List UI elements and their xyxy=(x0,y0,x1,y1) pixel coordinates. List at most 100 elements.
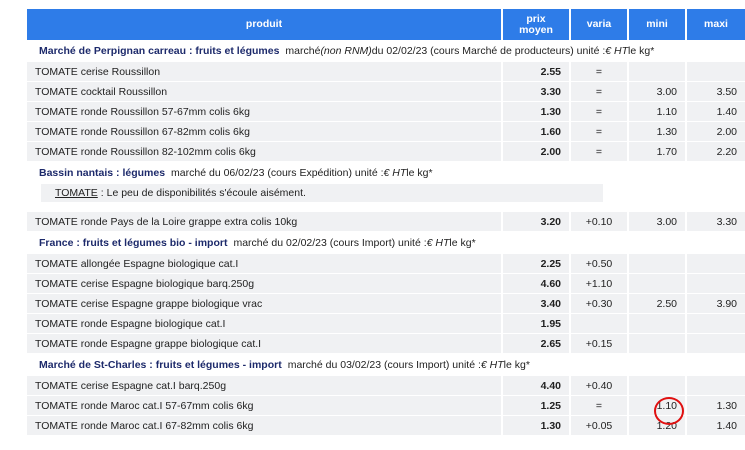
cell-maxi: 2.00 xyxy=(687,122,745,142)
cell-mini: 1.30 xyxy=(629,122,687,142)
section-header: Marché de Perpignan carreau : fruits et … xyxy=(27,40,745,62)
cell-prix: 1.30 xyxy=(503,102,571,122)
section-info: le kg* xyxy=(449,237,476,249)
section-info: le kg* xyxy=(503,359,530,371)
cell-mini xyxy=(629,334,687,354)
cell-produit: TOMATE ronde Maroc cat.I 67-82mm colis 6… xyxy=(27,416,503,436)
cell-mini: 3.00 xyxy=(629,212,687,232)
cell-produit: TOMATE cocktail Roussillon xyxy=(27,82,503,102)
section-info: marché du 02/02/23 (cours Import) unité … xyxy=(233,237,427,249)
cell-produit: TOMATE cerise Roussillon xyxy=(27,62,503,82)
cell-prix: 2.65 xyxy=(503,334,571,354)
cell-prix: 2.55 xyxy=(503,62,571,82)
cell-maxi: 2.20 xyxy=(687,142,745,162)
table-row: TOMATE cerise Espagne grappe biologique … xyxy=(27,294,745,314)
cell-produit: TOMATE ronde Roussillon 82-102mm colis 6… xyxy=(27,142,503,162)
section-unit: € HT xyxy=(605,45,629,57)
cell-produit: TOMATE ronde Roussillon 57-67mm colis 6k… xyxy=(27,102,503,122)
cell-varia: +0.10 xyxy=(571,212,629,232)
cell-mini: 2.50 xyxy=(629,294,687,314)
section-info: marché xyxy=(285,45,321,57)
cell-produit: TOMATE ronde Maroc cat.I 57-67mm colis 6… xyxy=(27,396,503,416)
cell-mini: 1.70 xyxy=(629,142,687,162)
cell-produit: TOMATE cerise Espagne grappe biologique … xyxy=(27,294,503,314)
note-label: TOMATE xyxy=(55,187,98,199)
section-header: France : fruits et légumes bio - import m… xyxy=(27,232,745,254)
section-info: le kg* xyxy=(406,167,433,179)
table-row: TOMATE ronde Espagne biologique cat.I 1.9… xyxy=(27,314,745,334)
section-header: Bassin nantais : légumes marché du 06/02/… xyxy=(27,162,745,184)
table-row: TOMATE ronde Roussillon 57-67mm colis 6k… xyxy=(27,102,745,122)
cell-mini: 1.10 xyxy=(629,102,687,122)
cell-maxi: 1.40 xyxy=(687,416,745,436)
table-row: TOMATE ronde Roussillon 82-102mm colis 6… xyxy=(27,142,745,162)
cell-prix: 2.00 xyxy=(503,142,571,162)
section-info-italic: (non RNM) xyxy=(320,45,372,57)
section-note: TOMATE: Le peu de disponibilités s'écoul… xyxy=(41,184,603,202)
section-info: le kg* xyxy=(628,45,655,57)
cell-mini: 3.00 xyxy=(629,82,687,102)
cell-varia: +1.10 xyxy=(571,274,629,294)
cell-mini xyxy=(629,62,687,82)
cell-mini: 1.10 xyxy=(629,396,687,416)
cell-varia xyxy=(571,314,629,334)
cell-prix: 1.30 xyxy=(503,416,571,436)
cell-mini xyxy=(629,274,687,294)
cell-varia: +0.30 xyxy=(571,294,629,314)
section-title: France : fruits et légumes bio - import xyxy=(39,237,228,249)
section-title: Marché de St-Charles : fruits et légumes… xyxy=(39,359,282,371)
header-produit: produit xyxy=(27,9,503,40)
table-row: TOMATE cerise Roussillon 2.55 = xyxy=(27,62,745,82)
header-mini: mini xyxy=(629,9,687,40)
cell-mini: 1.20 xyxy=(629,416,687,436)
cell-prix: 3.20 xyxy=(503,212,571,232)
cell-maxi xyxy=(687,314,745,334)
table-body: Marché de Perpignan carreau : fruits et … xyxy=(27,40,745,436)
table-header: produit prix moyen varia mini maxi xyxy=(27,9,745,40)
cell-maxi: 1.40 xyxy=(687,102,745,122)
cell-produit: TOMATE allongée Espagne biologique cat.I xyxy=(27,254,503,274)
cell-produit: TOMATE ronde Pays de la Loire grappe ext… xyxy=(27,212,503,232)
cell-varia: +0.50 xyxy=(571,254,629,274)
cell-varia: = xyxy=(571,396,629,416)
section-header: Marché de St-Charles : fruits et légumes… xyxy=(27,354,745,376)
cell-produit: TOMATE cerise Espagne biologique barq.25… xyxy=(27,274,503,294)
cell-produit: TOMATE cerise Espagne cat.I barq.250g xyxy=(27,376,503,396)
header-maxi: maxi xyxy=(687,9,745,40)
section-unit: € HT xyxy=(383,167,407,179)
cell-varia: = xyxy=(571,82,629,102)
price-table: produit prix moyen varia mini maxi Marché… xyxy=(27,9,745,436)
cell-varia: = xyxy=(571,142,629,162)
cell-varia: +0.40 xyxy=(571,376,629,396)
cell-varia: +0.05 xyxy=(571,416,629,436)
table-row: TOMATE cerise Espagne biologique barq.25… xyxy=(27,274,745,294)
section-title: Marché de Perpignan carreau : fruits et … xyxy=(39,45,280,57)
header-prix-moyen: prix moyen xyxy=(503,9,571,40)
cell-mini xyxy=(629,254,687,274)
cell-maxi xyxy=(687,274,745,294)
section-info: marché du 03/02/23 (cours Import) unité … xyxy=(287,359,481,371)
cell-varia: +0.15 xyxy=(571,334,629,354)
cell-maxi: 3.90 xyxy=(687,294,745,314)
table-row: TOMATE ronde Espagne grappe biologique c… xyxy=(27,334,745,354)
cell-produit: TOMATE ronde Espagne grappe biologique c… xyxy=(27,334,503,354)
table-row: TOMATE ronde Maroc cat.I 67-82mm colis 6… xyxy=(27,416,745,436)
cell-prix: 2.25 xyxy=(503,254,571,274)
cell-maxi xyxy=(687,376,745,396)
section-unit: € HT xyxy=(480,359,504,371)
cell-mini xyxy=(629,376,687,396)
cell-varia: = xyxy=(571,62,629,82)
cell-varia: = xyxy=(571,102,629,122)
table-row: TOMATE cocktail Roussillon 3.30 = 3.00 3.50 xyxy=(27,82,745,102)
section-unit: € HT xyxy=(426,237,450,249)
cell-maxi xyxy=(687,62,745,82)
cell-maxi: 3.50 xyxy=(687,82,745,102)
cell-produit: TOMATE ronde Roussillon 67-82mm colis 6k… xyxy=(27,122,503,142)
cell-maxi: 1.30 xyxy=(687,396,745,416)
cell-prix: 1.60 xyxy=(503,122,571,142)
cell-prix: 1.95 xyxy=(503,314,571,334)
cell-produit: TOMATE ronde Espagne biologique cat.I xyxy=(27,314,503,334)
cell-prix: 4.40 xyxy=(503,376,571,396)
cell-mini xyxy=(629,314,687,334)
